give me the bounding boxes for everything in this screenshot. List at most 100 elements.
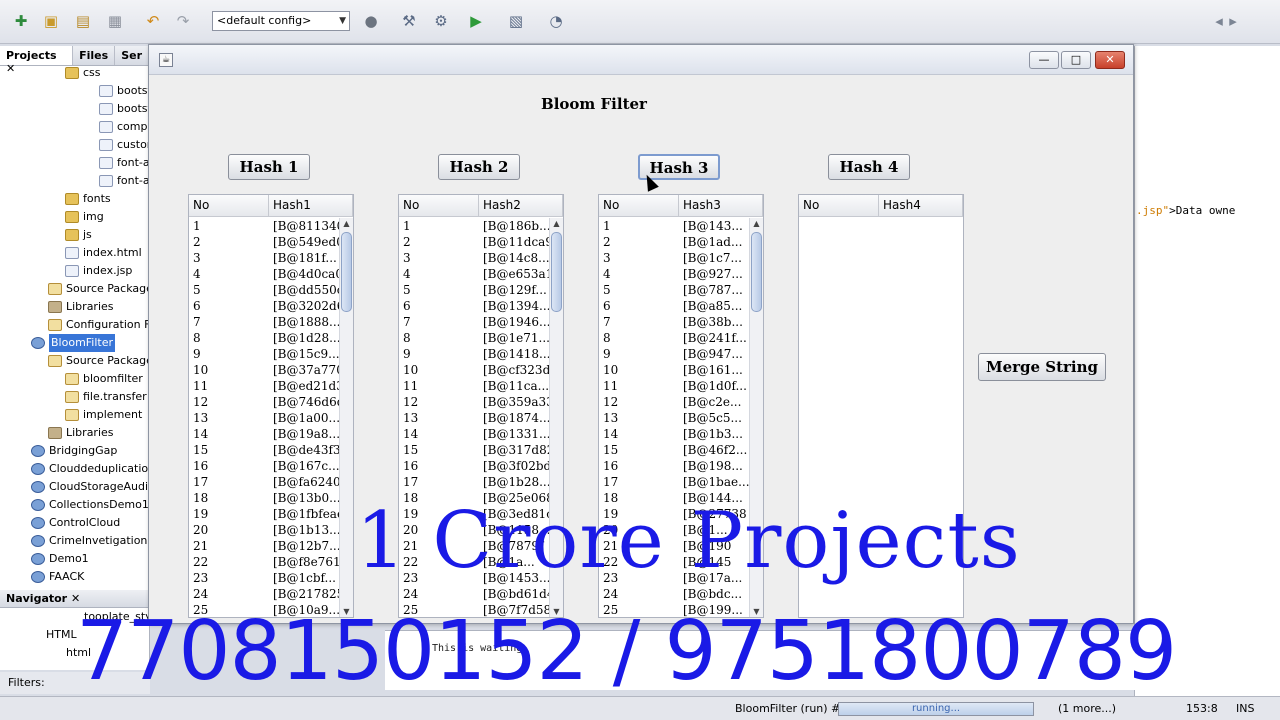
hash-2-button[interactable]: Hash 2 — [438, 154, 520, 180]
table-row[interactable]: 17 [B@fa6240 — [189, 474, 339, 490]
table-row[interactable]: 21 [B@7879f — [399, 538, 549, 554]
build-icon[interactable]: ⚒ — [398, 10, 420, 32]
table-row[interactable]: 10 [B@161... — [599, 362, 749, 378]
tree-item[interactable]: Source Packages — [48, 280, 149, 298]
table-row[interactable]: 11 [B@1d0f... — [599, 378, 749, 394]
tree-item[interactable]: Demo1 — [31, 550, 89, 568]
table-row[interactable]: 5 [B@dd550c — [189, 282, 339, 298]
tree-item[interactable]: bootstrap — [99, 100, 149, 118]
table-row[interactable]: 20 [B@1158... — [399, 522, 549, 538]
tree-item[interactable]: CollectionsDemo1 — [31, 496, 149, 514]
column-no[interactable]: No — [189, 195, 269, 216]
table-row[interactable]: 22 [B@1a... — [399, 554, 549, 570]
hash-1-button[interactable]: Hash 1 — [228, 154, 310, 180]
table-row[interactable]: 19 [B@3ed81c — [399, 506, 549, 522]
minimize-button[interactable]: — — [1029, 51, 1059, 69]
scroll-up-icon[interactable]: ▲ — [750, 218, 763, 230]
tree-item[interactable]: Libraries — [48, 424, 114, 442]
table-row[interactable]: 4 [B@927... — [599, 266, 749, 282]
table-row[interactable]: 13 [B@1a00... — [189, 410, 339, 426]
table-row[interactable]: 16 [B@167c... — [189, 458, 339, 474]
tree-item[interactable]: fonts — [65, 190, 111, 208]
table-row[interactable]: 24 [B@217825 — [189, 586, 339, 602]
table-row[interactable]: 7 [B@1946... — [399, 314, 549, 330]
table-row[interactable]: 5 [B@129f... — [399, 282, 549, 298]
redo-icon[interactable]: ↷ — [172, 10, 194, 32]
table-row[interactable]: 3 [B@181f... — [189, 250, 339, 266]
table-row[interactable]: 22 [B@f8e761 — [189, 554, 339, 570]
table-row[interactable]: 23 [B@17a... — [599, 570, 749, 586]
table-row[interactable]: 19 [B@1fbfeae — [189, 506, 339, 522]
hash-1-table[interactable]: No Hash1 1 [B@811340 2 [B@549ed0 3 [B@181f...… — [188, 194, 354, 618]
table-row[interactable]: 8 [B@1d28... — [189, 330, 339, 346]
tree-item[interactable]: img — [65, 208, 104, 226]
open-project-icon[interactable]: ▤ — [72, 10, 94, 32]
table-row[interactable]: 7 [B@38b... — [599, 314, 749, 330]
navigator-item[interactable]: HTML — [46, 628, 77, 641]
table-row[interactable]: 18 [B@13b0... — [189, 490, 339, 506]
table-row[interactable]: 7 [B@1888... — [189, 314, 339, 330]
tree-item[interactable]: FAACK — [31, 568, 84, 586]
table-row[interactable]: 15 [B@de43f3 — [189, 442, 339, 458]
run-icon[interactable]: ▶ — [465, 10, 487, 32]
table-row[interactable]: 3 [B@14c8... — [399, 250, 549, 266]
table-row[interactable]: 20 [B@1b13... — [189, 522, 339, 538]
maximize-button[interactable]: □ — [1061, 51, 1091, 69]
table-row[interactable]: 21 [B@190 — [599, 538, 749, 554]
hash-2-table[interactable]: No Hash2 1 [B@186b... 2 [B@11dca9 3 [B@14c8..… — [398, 194, 564, 618]
table-row[interactable]: 25 [B@7f7d58 — [399, 602, 549, 617]
hash-3-table[interactable]: No Hash3 1 [B@143... 2 [B@1ad... 3 [B@1c7... 4… — [598, 194, 764, 618]
table-row[interactable]: 17 [B@1b28... — [399, 474, 549, 490]
column-hash3[interactable]: Hash3 — [679, 195, 763, 216]
table-row[interactable]: 14 [B@19a8... — [189, 426, 339, 442]
table-row[interactable]: 9 [B@15c9... — [189, 346, 339, 362]
table-row[interactable]: 3 [B@1c7... — [599, 250, 749, 266]
table-row[interactable]: 25 [B@10a9... — [189, 602, 339, 617]
table-row[interactable]: 8 [B@241f... — [599, 330, 749, 346]
tree-item[interactable]: font-awe — [99, 172, 149, 190]
tree-item[interactable]: index.jsp — [65, 262, 132, 280]
scroll-thumb[interactable] — [341, 232, 352, 312]
table-row[interactable]: 9 [B@947... — [599, 346, 749, 362]
status-more-link[interactable]: (1 more...) — [1058, 702, 1116, 715]
table-row[interactable]: 14 [B@1331... — [399, 426, 549, 442]
table-row[interactable]: 12 [B@359a33 — [399, 394, 549, 410]
tree-item[interactable]: js — [65, 226, 92, 244]
tab-projects[interactable]: Projects ✕ — [0, 46, 74, 75]
navigator-item[interactable]: tooplate_sty — [84, 610, 152, 623]
table-row[interactable]: 9 [B@1418... — [399, 346, 549, 362]
table-row[interactable]: 2 [B@1ad... — [599, 234, 749, 250]
config-select[interactable]: <default config> ▼ — [212, 11, 350, 31]
table-row[interactable]: 1 [B@811340 — [189, 218, 339, 234]
tree-item[interactable]: compone — [99, 118, 149, 136]
tree-item[interactable]: css — [65, 64, 101, 82]
tree-item[interactable]: bloomfilter — [65, 370, 143, 388]
table-row[interactable]: 12 [B@746d6d — [189, 394, 339, 410]
column-no[interactable]: No — [399, 195, 479, 216]
table-row[interactable]: 10 [B@cf323d — [399, 362, 549, 378]
table-row[interactable]: 21 [B@12b7... — [189, 538, 339, 554]
scroll-up-icon[interactable]: ▲ — [550, 218, 563, 230]
globe-icon[interactable]: ● — [360, 10, 382, 32]
save-all-icon[interactable]: ▦ — [104, 10, 126, 32]
table-row[interactable]: 13 [B@5c5... — [599, 410, 749, 426]
table-row[interactable]: 6 [B@1394... — [399, 298, 549, 314]
table-row[interactable]: 24 [B@bdc... — [599, 586, 749, 602]
table-row[interactable]: 15 [B@317d82 — [399, 442, 549, 458]
table-row[interactable]: 18 [B@25e068 — [399, 490, 549, 506]
tree-item[interactable]: implement — [65, 406, 142, 424]
close-button[interactable]: ✕ — [1095, 51, 1125, 69]
table-row[interactable]: 8 [B@1e71... — [399, 330, 549, 346]
table-row[interactable]: 4 [B@e653a1 — [399, 266, 549, 282]
tree-item[interactable]: custom-s — [99, 136, 149, 154]
table-row[interactable]: 14 [B@1b3... — [599, 426, 749, 442]
tree-item[interactable]: font-awe — [99, 154, 149, 172]
column-hash2[interactable]: Hash2 — [479, 195, 563, 216]
table-row[interactable]: 6 [B@3202d6 — [189, 298, 339, 314]
scroll-thumb[interactable] — [751, 232, 762, 312]
tree-item[interactable]: ControlCloud — [31, 514, 120, 532]
profile-icon[interactable]: ◔ — [545, 10, 567, 32]
table-row[interactable]: 10 [B@37a770 — [189, 362, 339, 378]
table-row[interactable]: 19 [B@27738 — [599, 506, 749, 522]
column-hash1[interactable]: Hash1 — [269, 195, 353, 216]
